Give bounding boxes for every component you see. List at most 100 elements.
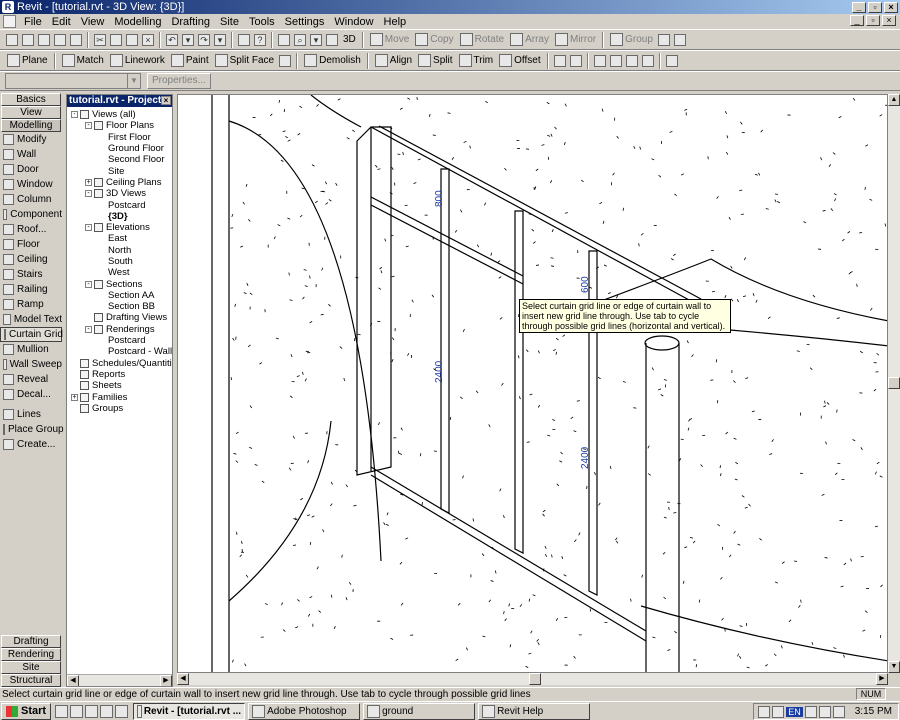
lock-icon[interactable] (657, 33, 670, 46)
tree-item[interactable]: - Renderings (71, 324, 172, 335)
tree-item[interactable]: Section AA (71, 290, 172, 301)
collapse-icon[interactable]: - (85, 122, 92, 130)
tree-item[interactable]: Site (71, 165, 172, 177)
delete-icon[interactable]: × (142, 33, 154, 46)
new-icon[interactable] (6, 33, 18, 46)
unjoin-geometry-icon[interactable] (609, 54, 622, 67)
trim-button[interactable]: Trim (456, 52, 497, 70)
language-indicator[interactable]: EN (786, 706, 803, 717)
menu-help[interactable]: Help (379, 16, 412, 28)
print-icon[interactable] (70, 33, 82, 46)
scroll-right-icon[interactable]: ▶ (160, 675, 172, 686)
design-bar-item[interactable]: Floor (0, 237, 62, 252)
menu-tools[interactable]: Tools (244, 16, 280, 28)
document-icon[interactable] (3, 15, 16, 28)
thin-lines-icon[interactable] (238, 33, 250, 46)
design-bar-item[interactable]: Create... (0, 437, 62, 452)
tree-item[interactable]: Ground Floor (71, 143, 172, 154)
tab-structural[interactable]: Structural (1, 674, 61, 687)
minimize-button[interactable]: _ (852, 1, 866, 13)
scroll-left-icon[interactable]: ◀ (67, 675, 79, 686)
3d-view-button[interactable]: 3D (340, 31, 359, 49)
tree-item[interactable]: - Sections (71, 278, 172, 290)
tree-item[interactable]: Sheets (71, 380, 172, 391)
tree-item[interactable]: North (71, 245, 172, 256)
menu-drafting[interactable]: Drafting (166, 16, 215, 28)
split-face-extra-icon[interactable] (279, 54, 292, 67)
undo-dropdown-icon[interactable]: ▾ (182, 33, 194, 46)
paste-icon[interactable] (126, 33, 138, 46)
tree-item[interactable]: -Views (all) (71, 109, 172, 120)
design-bar-item[interactable]: Ceiling (0, 252, 62, 267)
zoom-dropdown-icon[interactable]: ▾ (310, 33, 322, 46)
canvas-horizontal-scrollbar[interactable]: ◀ ▶ (177, 673, 888, 685)
expand-icon[interactable]: + (85, 178, 92, 186)
close-icon[interactable]: × (161, 96, 171, 105)
tab-basics[interactable]: Basics (1, 93, 61, 106)
design-bar-item[interactable]: Wall Sweep (0, 357, 62, 372)
align-button[interactable]: Align (372, 52, 415, 70)
doc-restore-button[interactable]: ▫ (866, 15, 880, 26)
tree-item[interactable]: First Floor (71, 132, 172, 143)
show-desktop-icon[interactable] (55, 704, 69, 718)
printer-icon[interactable] (832, 705, 845, 718)
design-bar-item[interactable]: Wall (0, 147, 62, 162)
task-photoshop[interactable]: Adobe Photoshop (248, 702, 361, 720)
menu-settings[interactable]: Settings (280, 16, 330, 28)
copy-button[interactable]: Copy (412, 31, 456, 49)
match-button[interactable]: Match (59, 52, 107, 70)
design-bar-item[interactable]: Modify (0, 132, 62, 147)
group-button[interactable]: Group (607, 31, 656, 49)
cut-icon[interactable]: ✂ (94, 33, 106, 46)
tree-item[interactable]: Section BB (71, 301, 172, 312)
doc-close-button[interactable]: × (882, 15, 896, 26)
pin-icon[interactable] (553, 54, 566, 67)
help-pointer-icon[interactable]: ? (254, 33, 266, 46)
tree-item[interactable]: - Floor Plans (71, 120, 172, 131)
collapse-icon[interactable]: - (85, 190, 92, 198)
design-bar-item[interactable]: Model Text (0, 312, 62, 327)
media-player-icon[interactable] (100, 704, 114, 718)
menu-window[interactable]: Window (329, 16, 378, 28)
3d-view-canvas[interactable]: 800 2400 600 2400 (177, 94, 888, 673)
tree-item[interactable]: Reports (71, 369, 172, 380)
menu-file[interactable]: File (19, 16, 47, 28)
menu-view[interactable]: View (76, 16, 110, 28)
split-button[interactable]: Split (415, 52, 455, 70)
design-bar-item[interactable]: Place Group (0, 422, 64, 437)
tree-item[interactable]: West (71, 267, 172, 278)
scroll-up-icon[interactable]: ▲ (888, 94, 900, 106)
doc-minimize-button[interactable]: _ (850, 15, 864, 26)
copy-icon[interactable] (110, 33, 122, 46)
tree-item[interactable]: Postcard (71, 199, 172, 211)
revit-app-icon[interactable]: R (2, 1, 14, 13)
copy-to-clipboard-icon[interactable] (665, 54, 678, 67)
scroll-thumb[interactable] (888, 377, 900, 389)
explorer-icon[interactable] (115, 704, 129, 718)
offset-button[interactable]: Offset (496, 52, 544, 70)
join-geometry-icon[interactable] (593, 54, 606, 67)
tab-rendering[interactable]: Rendering (1, 648, 61, 661)
unlock-icon[interactable] (673, 33, 686, 46)
task-ground[interactable]: ground (363, 702, 476, 720)
design-bar-item[interactable]: Window (0, 177, 62, 192)
design-bar-item[interactable]: Stairs (0, 267, 62, 282)
internet-explorer-icon[interactable] (70, 704, 84, 718)
collapse-icon[interactable]: - (85, 224, 92, 232)
menu-site[interactable]: Site (215, 16, 244, 28)
task-revit[interactable]: Revit - [tutorial.rvt ... (133, 702, 246, 720)
properties-button[interactable]: Properties... (147, 73, 211, 89)
tree-item[interactable]: + Ceiling Plans (71, 177, 172, 188)
design-bar-item[interactable]: Reveal (0, 372, 62, 387)
save-as-icon[interactable] (54, 33, 66, 46)
display-icon[interactable] (818, 705, 831, 718)
type-selector[interactable]: ▼ (5, 73, 141, 89)
scroll-left-icon[interactable]: ◀ (177, 673, 189, 685)
sound-icon[interactable] (804, 705, 817, 718)
collapse-icon[interactable]: - (85, 325, 92, 333)
maximize-button[interactable]: ▫ (868, 1, 882, 13)
canvas-vertical-scrollbar[interactable]: ▲ ▼ (888, 94, 900, 673)
zoom-icon[interactable]: ⌕ (294, 33, 306, 46)
paint-button[interactable]: Paint (168, 52, 212, 70)
linework-button[interactable]: Linework (107, 52, 168, 70)
